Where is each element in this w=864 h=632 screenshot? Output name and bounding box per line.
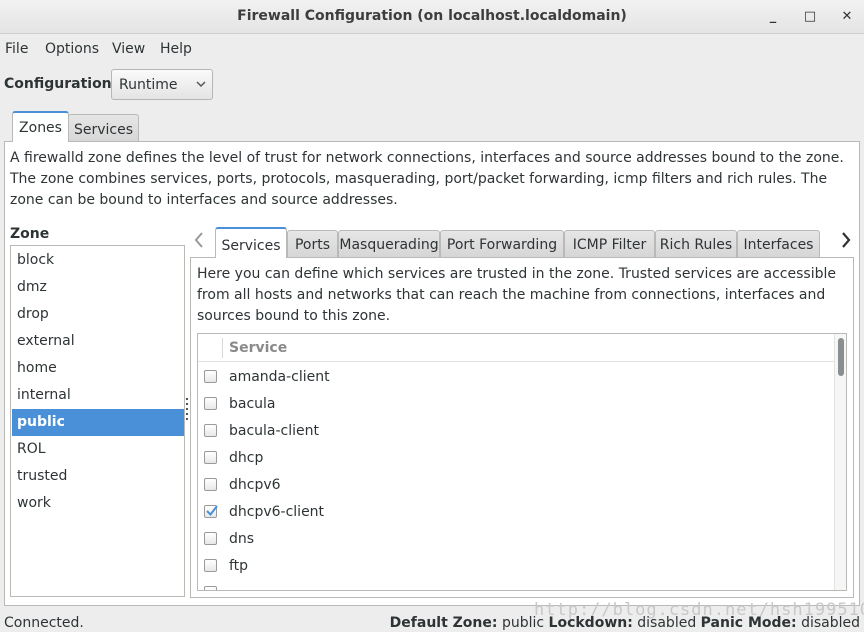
- configuration-label: Configuration:: [4, 76, 118, 92]
- service-checkbox[interactable]: [204, 397, 217, 410]
- title-bar: Firewall Configuration (on localhost.loc…: [0, 0, 864, 34]
- service-name: dhcp: [229, 450, 264, 466]
- subtab-interfaces[interactable]: Interfaces: [737, 230, 820, 257]
- services-description: Here you can define which services are t…: [197, 266, 836, 324]
- chevron-left-icon[interactable]: [191, 230, 207, 250]
- zone-item-public[interactable]: public: [12, 409, 184, 436]
- pane-resize-handle[interactable]: [185, 398, 189, 424]
- service-column-header[interactable]: Service: [229, 340, 287, 356]
- menu-help[interactable]: Help: [160, 41, 192, 57]
- service-checkbox[interactable]: [204, 532, 217, 545]
- subtab-masquerading[interactable]: Masquerading: [338, 230, 440, 257]
- menu-options[interactable]: Options: [45, 41, 99, 57]
- zone-item-external[interactable]: external: [12, 328, 184, 355]
- chevron-down-icon: [196, 81, 206, 88]
- menu-file[interactable]: File: [5, 41, 28, 57]
- configuration-select[interactable]: Runtime: [111, 69, 213, 100]
- status-bar: Connected. Default Zone: public Lockdown…: [0, 614, 864, 632]
- zone-item-dmz[interactable]: dmz: [12, 274, 184, 301]
- subtab-icmp-filter[interactable]: ICMP Filter: [564, 230, 655, 257]
- scrollbar-thumb[interactable]: [838, 338, 844, 376]
- lockdown-label: Lockdown:: [548, 615, 633, 631]
- zone-item-internal[interactable]: internal: [12, 382, 184, 409]
- service-name: bacula: [229, 396, 276, 412]
- service-name: dns: [229, 531, 255, 547]
- service-checkbox[interactable]: [204, 586, 217, 590]
- service-checkbox-checked[interactable]: [204, 505, 218, 518]
- service-name: dhcpv6-client: [229, 504, 325, 520]
- tab-services[interactable]: Services: [68, 114, 139, 143]
- panic-mode-label: Panic Mode:: [700, 615, 797, 631]
- service-row: ftp: [198, 552, 834, 579]
- service-name: amanda-client: [229, 369, 330, 385]
- zone-item-drop[interactable]: drop: [12, 301, 184, 328]
- panic-mode-value: disabled: [801, 615, 860, 631]
- zone-list[interactable]: block dmz drop external home internal pu…: [10, 245, 185, 597]
- service-list-header: Service: [198, 334, 834, 362]
- subtab-port-forwarding[interactable]: Port Forwarding: [440, 230, 564, 257]
- zone-item-work[interactable]: work: [12, 490, 184, 517]
- zone-description: A firewalld zone defines the level of tr…: [10, 150, 844, 208]
- service-row: bacula-client: [198, 417, 834, 444]
- close-button[interactable]: ✕: [838, 8, 856, 26]
- zone-item-rol[interactable]: ROL: [12, 436, 184, 463]
- status-summary: Default Zone: public Lockdown: disabled …: [390, 615, 860, 631]
- service-list-scrollbar[interactable]: [834, 334, 846, 590]
- service-row: amanda-client: [198, 363, 834, 390]
- service-list[interactable]: Service amanda-client bacula bacula-clie…: [197, 333, 847, 591]
- maximize-button[interactable]: □: [801, 8, 819, 26]
- connection-status: Connected.: [4, 615, 84, 631]
- window-title: Firewall Configuration (on localhost.loc…: [237, 8, 627, 24]
- minimize-button[interactable]: _: [764, 8, 782, 26]
- lockdown-value: disabled: [637, 615, 697, 631]
- service-row: bacula: [198, 390, 834, 417]
- service-name: ftp: [229, 558, 249, 574]
- zone-item-home[interactable]: home: [12, 355, 184, 382]
- service-name: dhcpv6: [229, 477, 281, 493]
- service-name: bacula-client: [229, 423, 320, 439]
- service-row: dhcp: [198, 444, 834, 471]
- service-row: dhcpv6: [198, 471, 834, 498]
- subtab-ports[interactable]: Ports: [287, 230, 338, 257]
- service-checkbox[interactable]: [204, 559, 217, 572]
- tab-zones[interactable]: Zones: [12, 111, 69, 142]
- service-checkbox[interactable]: [204, 424, 217, 437]
- service-checkbox[interactable]: [204, 370, 217, 383]
- service-checkbox[interactable]: [204, 478, 217, 491]
- default-zone-label: Default Zone:: [389, 615, 498, 631]
- configuration-value: Runtime: [119, 77, 178, 93]
- checkmark-icon: [206, 505, 218, 517]
- default-zone-value: public: [501, 615, 545, 631]
- zone-item-block[interactable]: block: [12, 247, 184, 274]
- service-row-partial: [198, 579, 834, 590]
- subtab-rich-rules[interactable]: Rich Rules: [655, 230, 737, 257]
- menu-view[interactable]: View: [112, 41, 145, 57]
- zone-item-trusted[interactable]: trusted: [12, 463, 184, 490]
- chevron-right-icon[interactable]: [838, 230, 854, 250]
- menu-bar: File Options View Help: [0, 38, 864, 62]
- zone-heading: Zone: [10, 226, 50, 242]
- service-row: dhcpv6-client: [198, 498, 834, 525]
- service-checkbox[interactable]: [204, 451, 217, 464]
- service-row: dns: [198, 525, 834, 552]
- subtab-services[interactable]: Services: [215, 227, 287, 258]
